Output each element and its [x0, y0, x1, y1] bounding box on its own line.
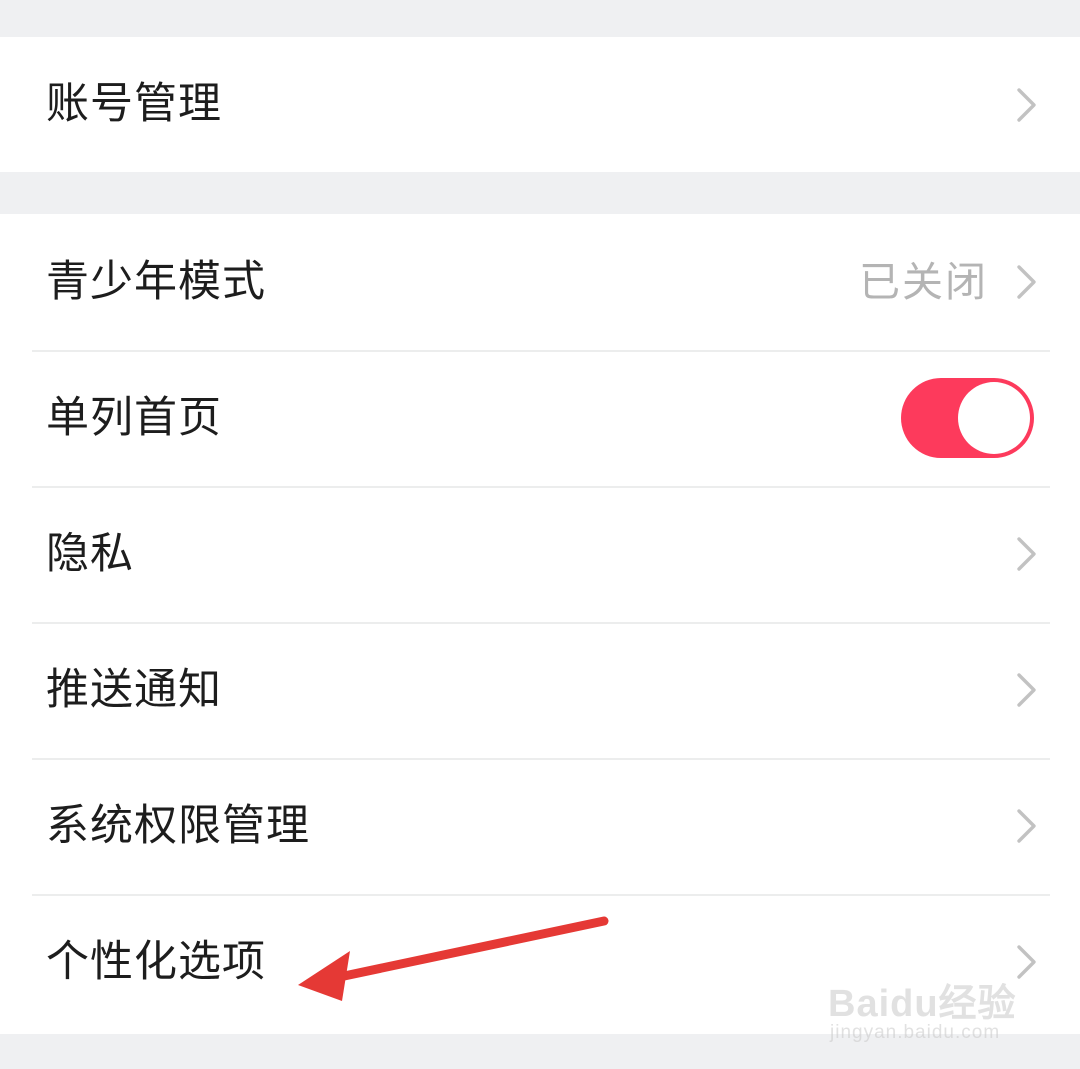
divider	[32, 486, 1050, 488]
settings-item-label: 隐私	[46, 528, 134, 579]
chevron-right-icon	[1017, 673, 1036, 707]
settings-item-label: 个性化选项	[46, 936, 266, 987]
settings-item-label: 单列首页	[46, 392, 222, 443]
watermark-url: jingyan.baidu.com	[830, 1022, 1001, 1043]
divider	[32, 350, 1050, 352]
settings-item-system-permissions[interactable]: 系统权限管理	[0, 758, 1080, 894]
divider	[32, 758, 1050, 760]
chevron-right-icon	[1017, 809, 1036, 843]
settings-item-label: 推送通知	[46, 664, 222, 715]
chevron-right-icon	[1017, 265, 1036, 299]
settings-item-account-management[interactable]: 账号管理	[0, 37, 1080, 172]
toggle-knob	[958, 382, 1030, 454]
settings-item-push-notifications[interactable]: 推送通知	[0, 622, 1080, 758]
divider	[32, 894, 1050, 896]
watermark-logo: Baidu经验	[828, 983, 1017, 1025]
settings-item-teen-mode[interactable]: 青少年模式 已关闭	[0, 214, 1080, 350]
red-arrow-icon	[298, 916, 609, 1001]
settings-item-single-column-home: 单列首页	[0, 350, 1080, 486]
settings-group-account: 账号管理	[0, 37, 1080, 172]
baidu-watermark: Baidu经验 jingyan.baidu.com	[828, 952, 1028, 1048]
single-column-home-toggle[interactable]	[901, 378, 1034, 458]
chevron-right-icon	[1017, 537, 1036, 571]
teen-mode-status: 已关闭	[859, 257, 988, 306]
settings-item-privacy[interactable]: 隐私	[0, 486, 1080, 622]
settings-item-label: 账号管理	[46, 79, 222, 129]
divider	[32, 622, 1050, 624]
chevron-right-icon	[1017, 87, 1036, 122]
settings-item-label: 青少年模式	[46, 256, 266, 307]
settings-item-label: 系统权限管理	[46, 800, 310, 851]
